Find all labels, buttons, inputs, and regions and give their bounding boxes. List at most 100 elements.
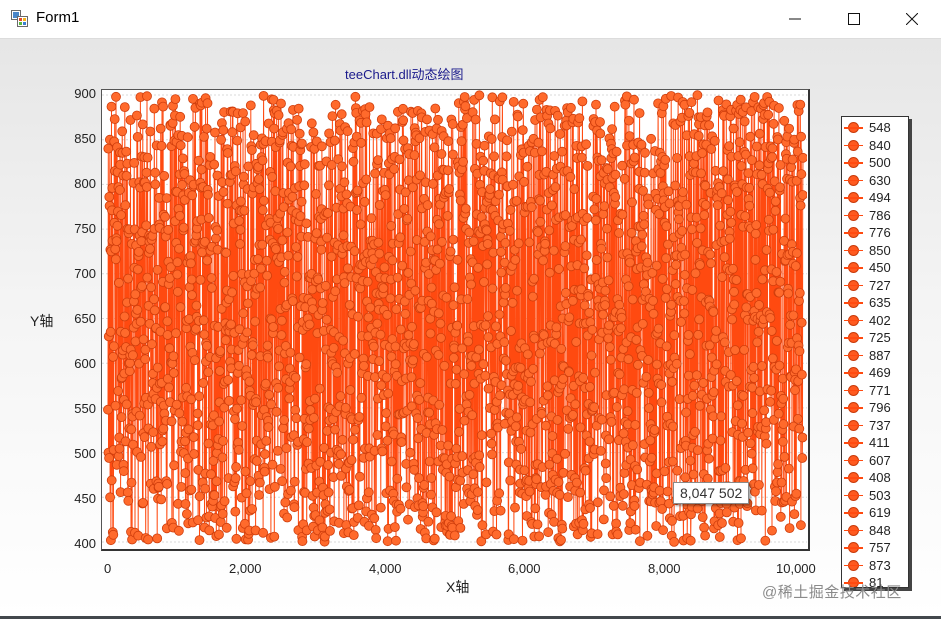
minimize-button[interactable] <box>765 0 825 38</box>
data-point <box>785 319 796 330</box>
data-point <box>483 332 494 343</box>
data-point <box>287 192 298 202</box>
data-point <box>688 469 699 480</box>
data-point <box>365 302 376 313</box>
data-point <box>448 300 459 311</box>
data-point <box>727 314 737 325</box>
data-point <box>141 182 152 192</box>
data-point <box>551 322 562 333</box>
data-point <box>448 234 459 245</box>
data-point <box>623 281 634 292</box>
data-point <box>147 339 157 350</box>
data-point <box>779 115 790 126</box>
data-point <box>238 171 249 182</box>
data-point <box>498 297 509 308</box>
data-point <box>352 205 362 215</box>
data-point <box>385 293 396 304</box>
data-point <box>153 481 164 492</box>
data-point <box>338 230 349 241</box>
data-point <box>227 127 238 138</box>
data-point <box>424 407 435 418</box>
legend-item-label: 840 <box>869 137 891 153</box>
legend-item: 776 <box>842 224 908 242</box>
data-point <box>110 254 121 265</box>
data-point <box>720 463 731 473</box>
data-point <box>260 378 271 389</box>
data-point <box>337 434 348 445</box>
data-point <box>301 218 312 229</box>
data-point <box>203 438 214 449</box>
maximize-button[interactable] <box>824 0 884 38</box>
data-point <box>646 452 657 463</box>
data-point <box>795 99 806 110</box>
data-point <box>524 486 535 497</box>
data-point <box>206 282 217 293</box>
data-point <box>175 140 186 151</box>
data-point <box>466 360 477 371</box>
data-point <box>580 465 591 476</box>
data-point <box>372 430 383 440</box>
data-point <box>352 185 363 196</box>
x-tick-label: 8,000 <box>648 561 681 576</box>
legend-marker-icon <box>844 542 863 554</box>
data-point <box>427 179 438 189</box>
data-point <box>452 254 463 265</box>
data-point <box>330 424 340 435</box>
data-point <box>217 452 228 463</box>
data-point <box>354 411 365 422</box>
data-point <box>254 184 265 194</box>
data-point <box>590 367 600 378</box>
data-point <box>291 413 302 424</box>
data-point <box>770 196 781 207</box>
data-point <box>401 482 412 493</box>
data-point <box>403 267 414 278</box>
legend-item-label: 786 <box>869 207 891 223</box>
data-point <box>708 387 719 398</box>
x-tick-label: 6,000 <box>508 561 541 576</box>
data-point <box>670 279 681 290</box>
data-point <box>603 275 614 286</box>
data-point <box>478 155 489 166</box>
data-point <box>332 367 343 378</box>
data-point <box>202 98 213 109</box>
data-point <box>536 408 547 419</box>
data-point <box>695 260 705 270</box>
data-point <box>685 349 695 360</box>
data-point <box>373 237 384 248</box>
data-point <box>195 274 206 285</box>
data-point <box>209 159 220 170</box>
data-point <box>449 282 460 293</box>
data-point <box>744 200 755 211</box>
data-point <box>582 161 593 171</box>
data-point <box>385 133 396 144</box>
data-point <box>791 488 802 499</box>
close-button[interactable] <box>882 0 941 38</box>
data-point <box>728 263 738 274</box>
data-point <box>341 189 352 200</box>
data-point <box>480 320 491 331</box>
legend-marker-icon <box>844 192 863 204</box>
data-point <box>358 360 369 371</box>
data-point <box>666 299 677 310</box>
data-point <box>372 318 383 329</box>
data-point <box>431 507 442 518</box>
data-point <box>444 184 455 194</box>
data-point <box>174 525 184 536</box>
x-tick-label: 10,000 <box>776 561 816 576</box>
data-point <box>627 197 637 208</box>
data-point <box>564 367 574 378</box>
data-point <box>542 390 553 401</box>
legend-marker-icon <box>844 559 863 571</box>
data-point <box>456 136 467 147</box>
data-point <box>544 267 555 278</box>
data-point <box>482 259 493 270</box>
data-point <box>130 336 141 347</box>
data-point <box>132 132 143 142</box>
legend-item-label: 411 <box>869 435 890 451</box>
data-point <box>425 231 436 242</box>
data-point <box>765 313 776 323</box>
data-point <box>363 312 374 323</box>
data-point <box>291 271 302 282</box>
data-point <box>231 533 242 544</box>
data-point <box>684 107 695 118</box>
